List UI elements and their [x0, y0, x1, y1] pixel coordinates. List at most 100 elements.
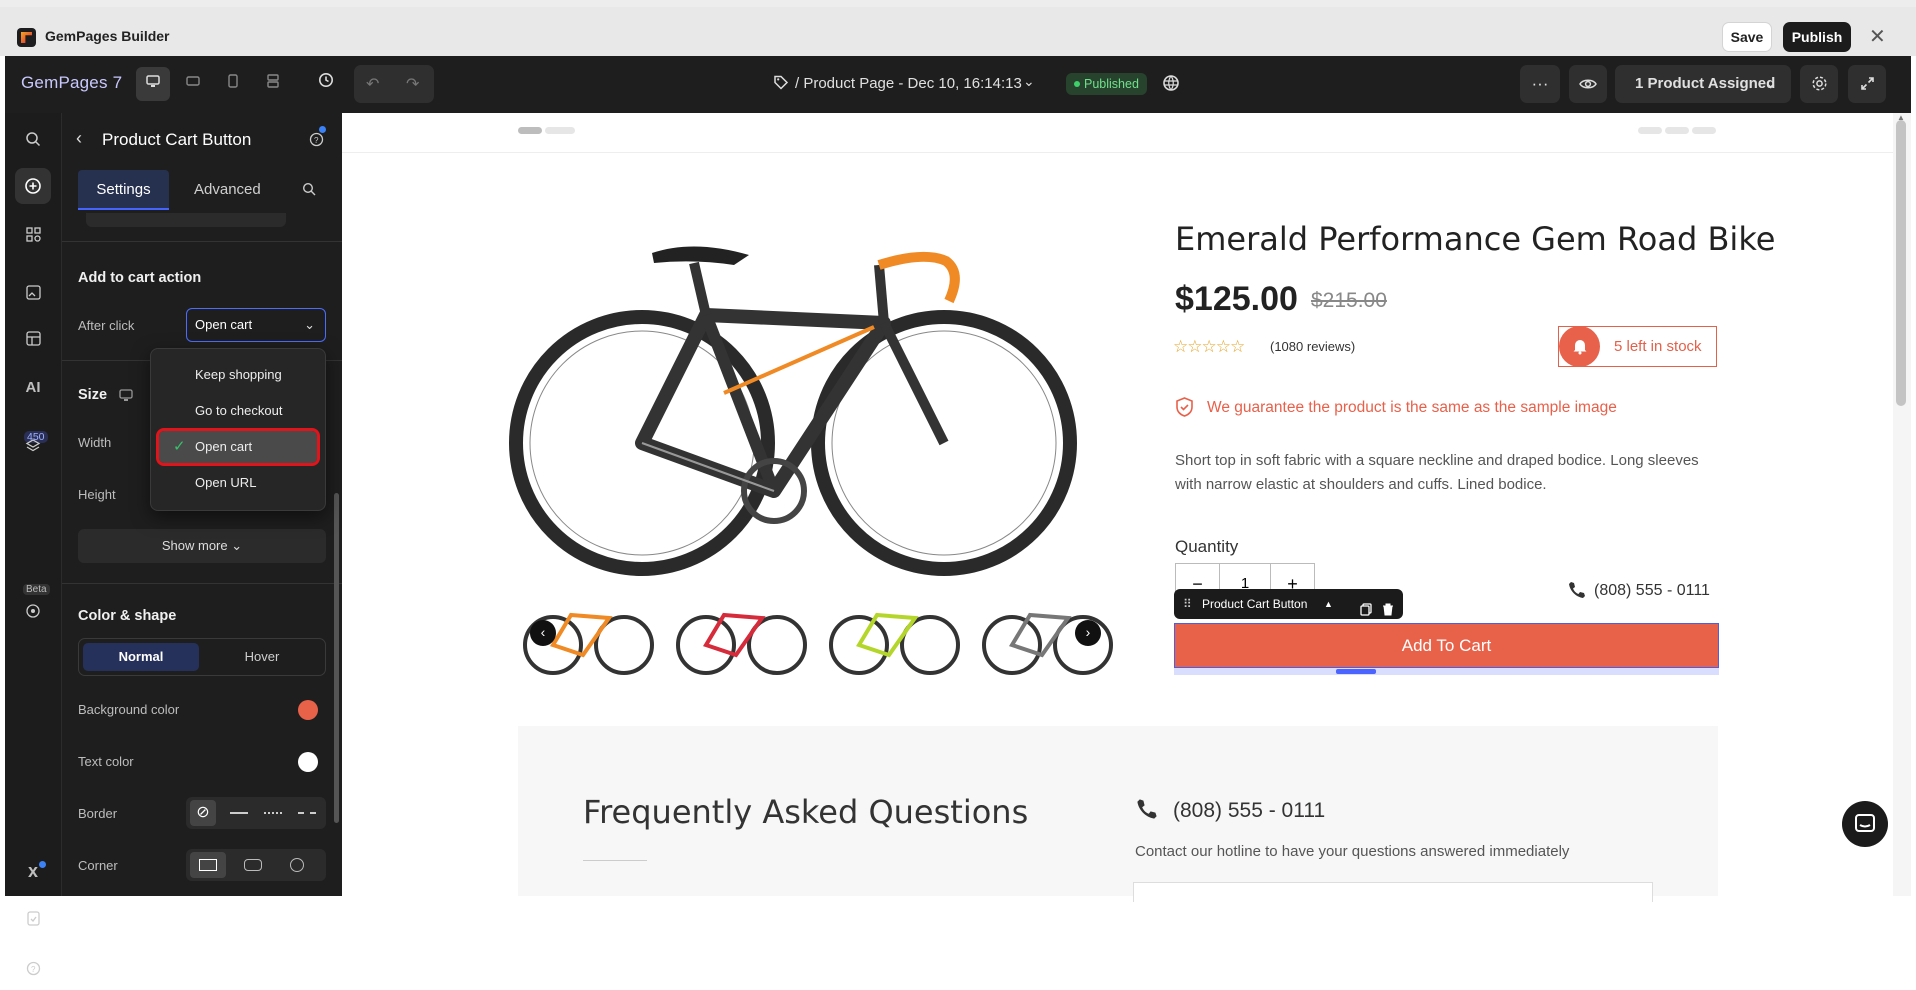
height-label: Height: [78, 487, 116, 502]
panel-scrollbar[interactable]: [334, 493, 339, 823]
text-color-label: Text color: [78, 754, 134, 769]
faq-hotline-text: Contact our hotline to have your questio…: [1135, 843, 1570, 860]
border-label: Border: [78, 806, 118, 821]
faq-contact-box[interactable]: [1133, 882, 1653, 902]
help-icon[interactable]: ?: [15, 951, 51, 987]
dotted-border-icon[interactable]: [264, 812, 282, 814]
selection-outline: [1174, 668, 1719, 675]
publish-button[interactable]: Publish: [1783, 22, 1851, 52]
text-color-swatch[interactable]: [298, 752, 318, 772]
no-border-icon[interactable]: ⊘: [190, 800, 216, 826]
product-main-image[interactable]: [494, 203, 1094, 593]
fullscreen-button[interactable]: [1848, 65, 1886, 103]
show-more-button[interactable]: Show more ⌄: [78, 529, 326, 563]
preview-eye-button[interactable]: [1569, 65, 1607, 103]
element-toolbar-chip: ⠿ Product Cart Button ▲: [1174, 589, 1403, 619]
close-icon[interactable]: ✕: [1869, 24, 1886, 49]
svg-text:?: ?: [314, 136, 319, 145]
rounded-corner-icon[interactable]: [244, 859, 262, 871]
chevron-down-icon: ⌄: [304, 317, 315, 332]
redo-icon[interactable]: ↷: [406, 74, 419, 94]
phone-icon: [1567, 580, 1587, 605]
option-open-url[interactable]: Open URL: [159, 467, 317, 499]
panel-title: Product Cart Button: [102, 130, 252, 149]
square-corner-option[interactable]: [190, 852, 226, 878]
tab-settings[interactable]: Settings: [78, 170, 169, 210]
faq-title: Frequently Asked Questions: [583, 793, 1029, 831]
product-title: Emerald Performance Gem Road Bike: [1175, 220, 1776, 258]
thumbnail-prev-button[interactable]: ‹: [530, 620, 556, 646]
more-options-button[interactable]: ···: [1520, 65, 1560, 103]
search-icon[interactable]: [15, 121, 51, 157]
trash-icon[interactable]: [1382, 597, 1394, 627]
settings-gear-button[interactable]: [1800, 65, 1838, 103]
undo-redo-group: ↶ ↷: [354, 65, 434, 103]
thumbnail-next-button[interactable]: ›: [1075, 620, 1101, 646]
thumbnail-3[interactable]: [827, 593, 962, 678]
add-to-cart-heading: Add to cart action: [78, 270, 202, 286]
scroll-up-arrow[interactable]: ▲: [1897, 113, 1905, 122]
option-open-cart-label: Open cart: [195, 439, 253, 454]
library-icon[interactable]: [15, 321, 51, 357]
duplicate-icon[interactable]: [1360, 597, 1373, 627]
history-icon[interactable]: [309, 67, 343, 101]
help-circle-icon[interactable]: ?: [309, 132, 324, 152]
skeleton-pill: [545, 127, 575, 134]
faq-phone-number[interactable]: (808) 555 - 0111: [1173, 799, 1325, 823]
corner-style-options: [186, 849, 326, 881]
back-chevron-icon[interactable]: ‹: [76, 128, 82, 149]
drag-handle-icon[interactable]: ⠿: [1183, 589, 1192, 619]
device-desktop-icon[interactable]: [119, 388, 133, 407]
undo-icon[interactable]: ↶: [366, 74, 379, 94]
corner-label: Corner: [78, 858, 118, 873]
resize-handle[interactable]: [1336, 669, 1376, 674]
layers-icon[interactable]: [15, 428, 51, 464]
state-hover-tab[interactable]: Hover: [203, 643, 321, 671]
checklist-icon[interactable]: [15, 901, 51, 937]
divider: [62, 583, 342, 584]
chip-label[interactable]: Product Cart Button: [1202, 597, 1307, 611]
tab-advanced[interactable]: Advanced: [194, 170, 261, 210]
tablet-landscape-icon[interactable]: [176, 67, 210, 101]
after-click-select[interactable]: Open cart ⌄: [186, 308, 326, 342]
apps-grid-icon[interactable]: [15, 217, 51, 253]
search-icon[interactable]: [302, 182, 316, 201]
add-to-cart-button[interactable]: Add To Cart: [1174, 623, 1719, 668]
globe-icon[interactable]: [1162, 74, 1180, 97]
canvas-scroll-thumb[interactable]: [1896, 120, 1906, 406]
app-titlebar: GemPages Builder Save Publish ✕: [0, 0, 1916, 56]
state-normal-tab[interactable]: Normal: [83, 643, 199, 671]
option-keep-shopping[interactable]: Keep shopping: [159, 359, 317, 391]
app-title: GemPages Builder: [45, 28, 170, 44]
phone-number[interactable]: (808) 555 - 0111: [1594, 582, 1710, 600]
ai-icon[interactable]: AI: [15, 370, 51, 406]
layout-icon[interactable]: [256, 67, 290, 101]
page-name-dropdown[interactable]: / Product Page - Dec 10, 16:14:13: [795, 75, 1022, 92]
after-click-dropdown-menu: Keep shopping Go to checkout ✓ Open cart…: [150, 348, 326, 511]
assigned-label: 1 Product Assigned: [1635, 75, 1776, 92]
brand-label: GemPages 7: [21, 73, 123, 92]
border-style-options: ⊘: [186, 797, 326, 829]
dashed-border-icon[interactable]: [298, 812, 316, 814]
x-integration-icon[interactable]: x: [15, 853, 51, 889]
desktop-view-icon[interactable]: [136, 67, 170, 101]
style-tool-icon[interactable]: [15, 593, 51, 629]
circle-corner-icon[interactable]: [290, 858, 304, 872]
thumbnail-2[interactable]: [674, 593, 809, 678]
guarantee-text: We guarantee the product is the same as …: [1207, 399, 1617, 416]
after-click-value: Open cart: [195, 317, 253, 332]
solid-border-icon[interactable]: [230, 812, 248, 814]
background-color-label: Background color: [78, 702, 180, 717]
width-label: Width: [78, 435, 112, 450]
product-assigned-dropdown[interactable]: 1 Product Assigned ⌄: [1615, 65, 1791, 103]
add-element-icon[interactable]: [15, 168, 51, 204]
option-go-to-checkout[interactable]: Go to checkout: [159, 395, 317, 427]
chevron-down-icon[interactable]: ⌄: [1023, 73, 1035, 90]
save-button[interactable]: Save: [1722, 22, 1772, 52]
background-color-swatch[interactable]: [298, 700, 318, 720]
caret-up-icon[interactable]: ▲: [1324, 589, 1333, 619]
page-image-icon[interactable]: [15, 275, 51, 311]
option-open-cart[interactable]: ✓ Open cart: [156, 428, 320, 466]
mobile-view-icon[interactable]: [216, 67, 250, 101]
chat-launcher-button[interactable]: [1842, 801, 1888, 847]
